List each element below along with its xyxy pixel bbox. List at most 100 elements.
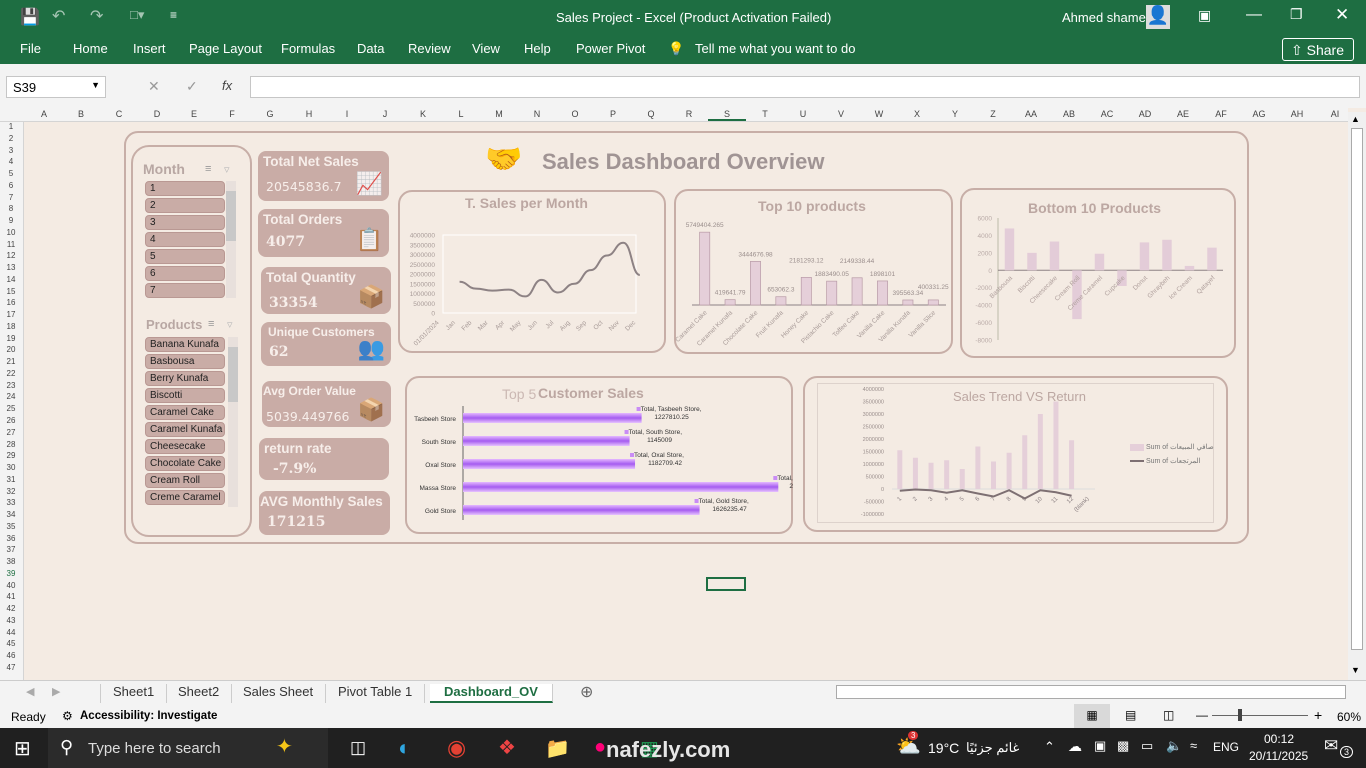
column-header-C[interactable]: C: [100, 109, 138, 119]
sheet-tab-dashboard-ov[interactable]: Dashboard_OV: [430, 684, 553, 703]
column-header-Y[interactable]: Y: [936, 109, 974, 119]
maximize-icon[interactable]: ❐: [1290, 6, 1303, 23]
column-header-R[interactable]: R: [670, 109, 708, 119]
column-header-AD[interactable]: AD: [1126, 109, 1164, 119]
multi-select-icon[interactable]: ≡: [208, 318, 214, 330]
onedrive-icon[interactable]: ☁: [1068, 738, 1082, 755]
undo-icon[interactable]: ↶: [52, 6, 65, 26]
sheet-tab-sheet1[interactable]: Sheet1: [100, 684, 168, 703]
row-header-24[interactable]: 24: [0, 392, 22, 401]
slicer-item[interactable]: 2: [145, 198, 225, 213]
row-header-16[interactable]: 16: [0, 298, 22, 307]
row-header-34[interactable]: 34: [0, 510, 22, 519]
slicer-item[interactable]: Caramel Cake: [145, 405, 225, 420]
slicer-item[interactable]: Biscotti: [145, 388, 225, 403]
normal-view-icon[interactable]: ▦: [1074, 704, 1110, 728]
row-header-2[interactable]: 2: [0, 134, 22, 143]
column-header-W[interactable]: W: [860, 109, 898, 119]
user-name[interactable]: Ahmed shamel: [1062, 10, 1149, 25]
selected-cell[interactable]: [706, 577, 746, 591]
column-header-AB[interactable]: AB: [1050, 109, 1088, 119]
tab-file[interactable]: File: [20, 41, 41, 56]
row-header-23[interactable]: 23: [0, 381, 22, 390]
slicer-item[interactable]: Cream Roll: [145, 473, 225, 488]
slicer-item[interactable]: Caramel Kunafa: [145, 422, 225, 437]
column-header-D[interactable]: D: [138, 109, 176, 119]
slicer-item[interactable]: Basbousa: [145, 354, 225, 369]
slicer-item[interactable]: Berry Kunafa: [145, 371, 225, 386]
vertical-scrollbar[interactable]: ▲ ▼: [1348, 112, 1366, 680]
chrome-icon[interactable]: ◉: [447, 735, 466, 761]
bottom10-chart[interactable]: 6000 4000 2000 0 -2000 -4000 -6000 -8000 Basbous…: [960, 188, 1236, 358]
page-break-view-icon[interactable]: ◫: [1163, 708, 1174, 722]
chevron-up-icon[interactable]: ⌃: [1044, 739, 1055, 755]
tab-insert[interactable]: Insert: [133, 41, 166, 56]
row-header-25[interactable]: 25: [0, 404, 22, 413]
row-header-13[interactable]: 13: [0, 263, 22, 272]
tab-help[interactable]: Help: [524, 41, 551, 56]
zoom-level[interactable]: 60%: [1337, 710, 1361, 724]
name-box[interactable]: S39 ▼: [6, 76, 106, 98]
column-header-F[interactable]: F: [213, 109, 251, 119]
column-header-Z[interactable]: Z: [974, 109, 1012, 119]
slicer-item[interactable]: 6: [145, 266, 225, 281]
column-header-O[interactable]: O: [556, 109, 594, 119]
column-header-T[interactable]: T: [746, 109, 784, 119]
row-header-7[interactable]: 7: [0, 193, 22, 202]
row-header-12[interactable]: 12: [0, 251, 22, 260]
sheet-tab-sales-sheet[interactable]: Sales Sheet: [231, 684, 327, 703]
next-sheet-icon[interactable]: ▶: [52, 685, 60, 698]
cancel-icon[interactable]: ✕: [148, 78, 160, 95]
tab-review[interactable]: Review: [408, 41, 451, 56]
column-header-B[interactable]: B: [62, 109, 100, 119]
row-header-18[interactable]: 18: [0, 322, 22, 331]
column-header-AF[interactable]: AF: [1202, 109, 1240, 119]
slicer-item[interactable]: 5: [145, 249, 225, 264]
column-header-H[interactable]: H: [290, 109, 328, 119]
file-explorer-icon[interactable]: 📁: [545, 736, 570, 761]
slicer-item[interactable]: Chocolate Cake: [145, 456, 225, 471]
column-header-Q[interactable]: Q: [632, 109, 670, 119]
horizontal-scrollbar[interactable]: [836, 685, 1346, 699]
tab-page-layout[interactable]: Page Layout: [189, 41, 262, 56]
language-indicator[interactable]: ENG: [1213, 740, 1239, 754]
close-icon[interactable]: ✕: [1335, 5, 1349, 25]
tab-home[interactable]: Home: [73, 41, 108, 56]
camera-icon[interactable]: ▣: [1094, 738, 1106, 754]
app-icon[interactable]: ❖: [498, 735, 516, 760]
row-header-39[interactable]: 39: [0, 569, 22, 578]
row-header-11[interactable]: 11: [0, 240, 22, 249]
insert-function-icon[interactable]: fx: [222, 78, 232, 93]
sheet-tab-pivot-table-1[interactable]: Pivot Table 1: [326, 684, 426, 703]
sheet-tab-sheet2[interactable]: Sheet2: [166, 684, 233, 703]
row-header-37[interactable]: 37: [0, 545, 22, 554]
ribbon-display-icon[interactable]: ▣: [1198, 7, 1211, 24]
slicer-item[interactable]: 7: [145, 283, 225, 298]
sales-per-month-chart[interactable]: 4000000 3500000 3000000 2500000 2000000 15000…: [398, 190, 666, 353]
add-sheet-icon[interactable]: ⊕: [580, 682, 593, 702]
column-header-J[interactable]: J: [366, 109, 404, 119]
wifi-icon[interactable]: ≈: [1190, 738, 1197, 753]
row-header-43[interactable]: 43: [0, 616, 22, 625]
clock-time[interactable]: 00:12: [1264, 732, 1294, 746]
row-header-40[interactable]: 40: [0, 581, 22, 590]
row-header-15[interactable]: 15: [0, 287, 22, 296]
zoom-in-icon[interactable]: +: [1314, 707, 1322, 723]
zoom-out-icon[interactable]: —: [1196, 708, 1208, 722]
multi-select-icon[interactable]: ≡: [205, 163, 211, 175]
touch-mode-icon[interactable]: □▾: [130, 7, 144, 23]
firefox-icon[interactable]: ●: [594, 736, 606, 759]
column-header-AH[interactable]: AH: [1278, 109, 1316, 119]
row-header-14[interactable]: 14: [0, 275, 22, 284]
column-header-X[interactable]: X: [898, 109, 936, 119]
column-header-P[interactable]: P: [594, 109, 632, 119]
display-icon[interactable]: ▩: [1117, 738, 1129, 754]
row-header-22[interactable]: 22: [0, 369, 22, 378]
column-header-U[interactable]: U: [784, 109, 822, 119]
slicer-item[interactable]: Banana Kunafa: [145, 337, 225, 352]
volume-icon[interactable]: 🔈: [1166, 738, 1182, 754]
row-header-3[interactable]: 3: [0, 146, 22, 155]
clear-filter-icon[interactable]: ▿: [227, 318, 233, 331]
row-header-35[interactable]: 35: [0, 522, 22, 531]
row-header-8[interactable]: 8: [0, 204, 22, 213]
